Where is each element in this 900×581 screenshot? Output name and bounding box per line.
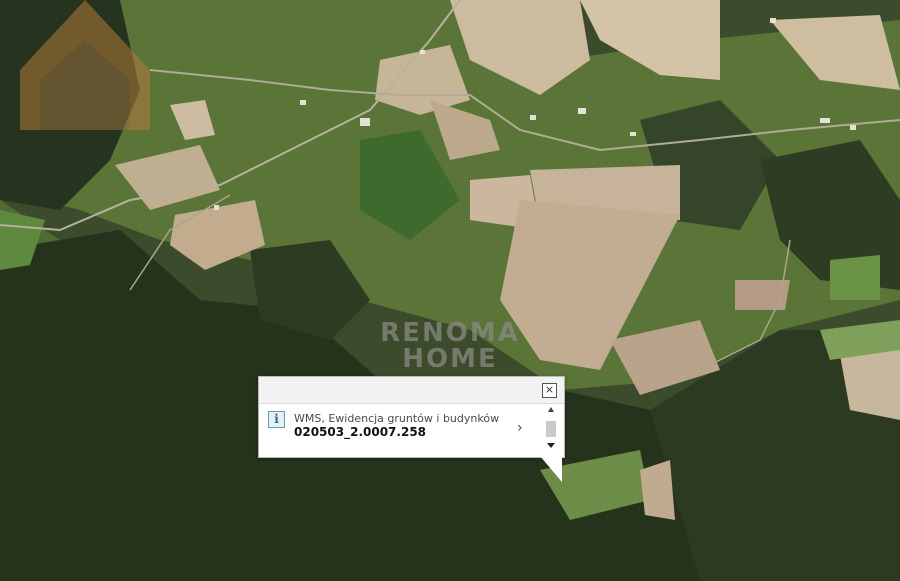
watermark-line-1: RENOMA (380, 318, 520, 348)
feature-info-popup: × i WMS, Ewidencja gruntów i budynków 02… (258, 376, 565, 458)
layer-name: WMS, Ewidencja gruntów i budynków (294, 412, 500, 425)
popup-header: × (259, 377, 564, 404)
watermark-text: RENOMA HOME (372, 320, 528, 372)
scroll-thumb[interactable] (546, 421, 556, 437)
popup-pointer (540, 456, 562, 482)
popup-scrollbar[interactable] (545, 407, 557, 451)
scroll-down-icon[interactable] (547, 443, 555, 448)
satellite-map[interactable]: RENOMA HOME (0, 0, 900, 581)
watermark-logo (20, 0, 150, 130)
close-icon[interactable]: × (542, 383, 557, 398)
watermark-line-2: HOME (402, 344, 498, 374)
info-icon: i (268, 411, 285, 428)
scroll-up-icon[interactable] (548, 407, 554, 412)
chevron-right-icon[interactable]: › (517, 420, 523, 436)
parcel-id: 020503_2.0007.258 (294, 425, 427, 439)
